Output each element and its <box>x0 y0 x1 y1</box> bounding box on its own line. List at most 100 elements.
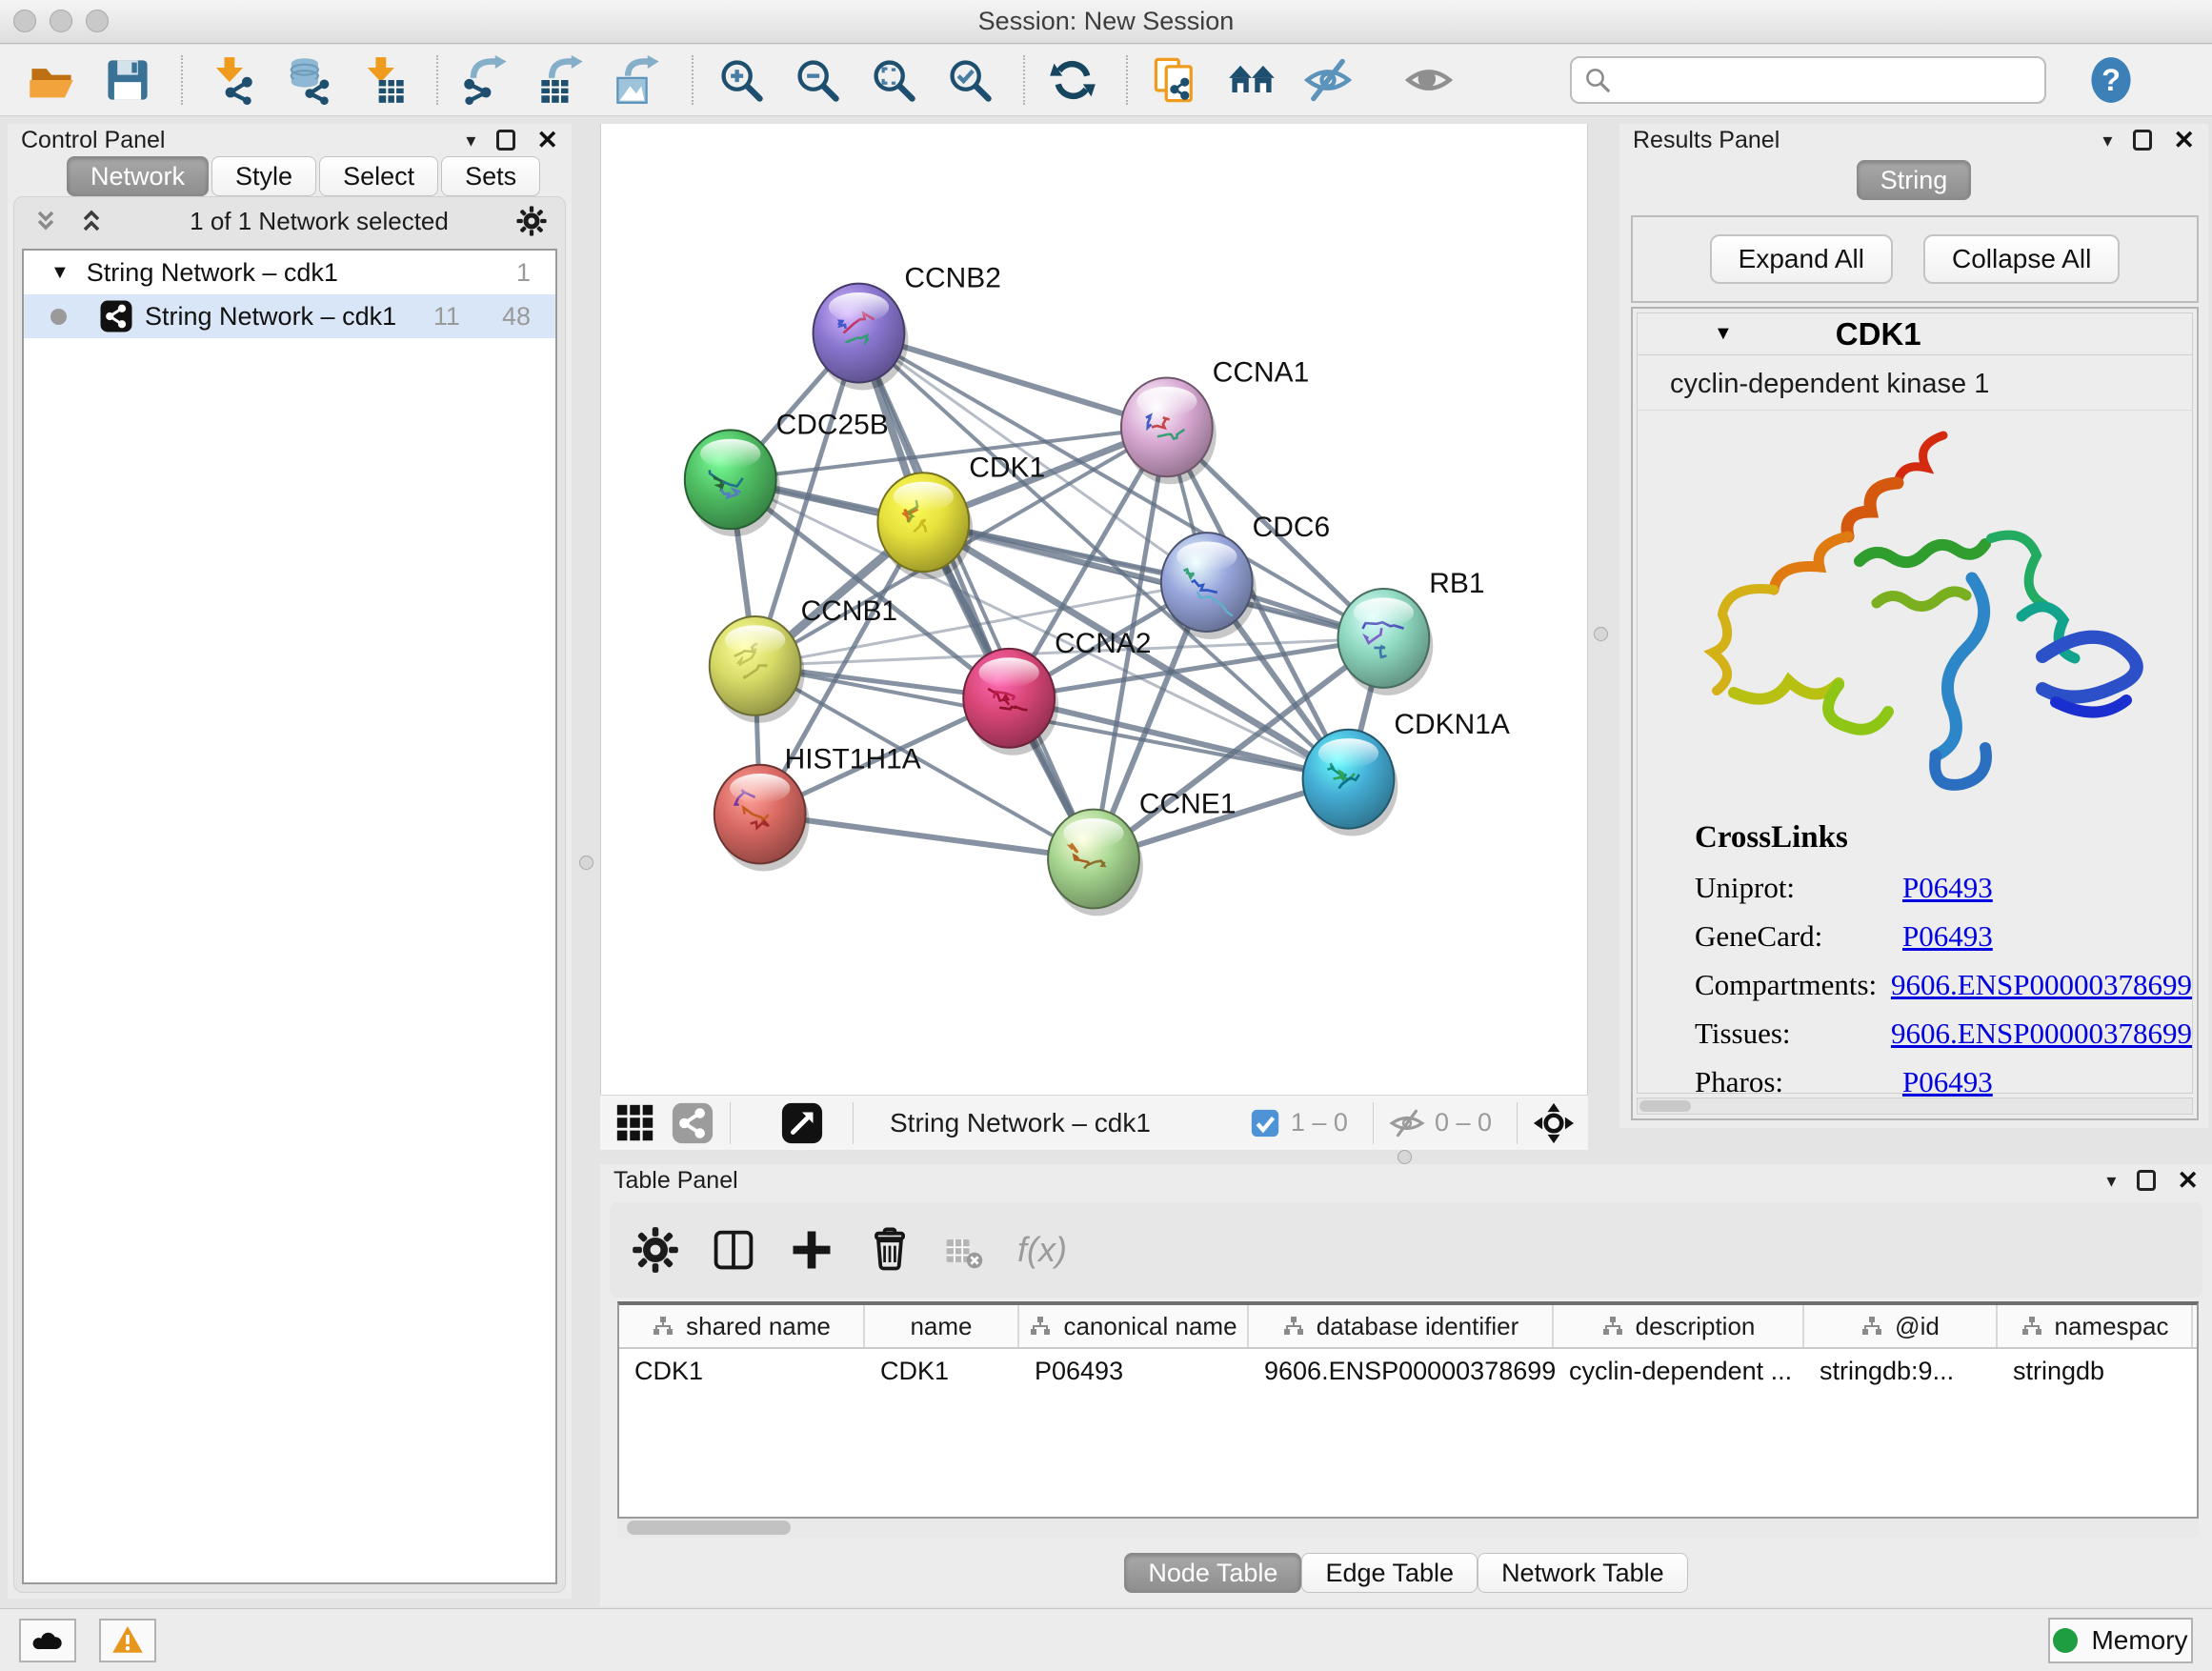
add-column-icon[interactable] <box>787 1225 836 1275</box>
results-horizontal-scrollbar[interactable] <box>1637 1097 2193 1115</box>
node-label-HIST1H1A: HIST1H1A <box>785 744 921 775</box>
toolbar-separator <box>1126 55 1128 105</box>
search-box[interactable] <box>1570 56 2046 104</box>
network-node-HIST1H1A[interactable]: HIST1H1A <box>714 744 921 872</box>
network-node-CCNB2[interactable]: CCNB2 <box>814 263 1001 391</box>
show-all-button[interactable] <box>1402 52 1456 108</box>
crosslink-link[interactable]: 9606.ENSP00000378699 <box>1891 968 2192 1002</box>
show-columns-icon[interactable] <box>709 1225 758 1275</box>
import-network-database-button[interactable] <box>280 52 333 108</box>
network-node-RB1[interactable]: RB1 <box>1337 568 1484 695</box>
tab-string[interactable]: String <box>1857 160 1972 200</box>
zoom-fit-button[interactable] <box>867 52 920 108</box>
zoom-in-button[interactable] <box>714 52 768 108</box>
close-panel-icon[interactable]: ✕ <box>2173 128 2195 153</box>
export-network-button[interactable] <box>459 52 513 108</box>
tab-network-table[interactable]: Network Table <box>1478 1553 1688 1593</box>
column-header-name[interactable]: name <box>865 1305 1019 1347</box>
network-node-CDKN1A[interactable]: CDKN1A <box>1303 709 1510 836</box>
import-network-file-button[interactable] <box>204 52 257 108</box>
table-cell: cyclin-dependent ... <box>1554 1349 1804 1393</box>
table-horizontal-scrollbar[interactable] <box>617 1519 2199 1538</box>
network-options-gear-icon[interactable] <box>515 205 548 237</box>
network-row-selected[interactable]: String Network – cdk1 11 48 <box>24 294 555 338</box>
refresh-button[interactable] <box>1046 52 1099 108</box>
network-collection-row[interactable]: ▼ String Network – cdk1 1 <box>24 251 555 294</box>
hidden-eye-slash-icon[interactable] <box>1389 1105 1425 1141</box>
tab-select[interactable]: Select <box>319 156 438 196</box>
export-table-button[interactable] <box>535 52 589 108</box>
toolbar-separator <box>692 55 694 105</box>
help-button[interactable]: ? <box>2086 55 2136 105</box>
import-table-file-button[interactable] <box>356 52 410 108</box>
float-panel-icon[interactable] <box>496 130 515 151</box>
collapse-all-icon[interactable] <box>31 207 60 235</box>
column-header-namespac[interactable]: namespac <box>1998 1305 2193 1347</box>
open-file-button[interactable] <box>25 52 78 108</box>
network-node-CCNE1[interactable]: CCNE1 <box>1048 789 1236 916</box>
hide-selected-button[interactable] <box>1301 52 1355 108</box>
current-network-label: String Network – cdk1 <box>890 1108 1151 1138</box>
network-edge-CCNE1-HIST1H1A[interactable] <box>760 815 1094 859</box>
column-header-canonical-name[interactable]: canonical name <box>1019 1305 1249 1347</box>
network-graph[interactable]: CCNB2CCNA1CDC25BCDK1CDC6RB1CCNB1CCNA2CDK… <box>601 124 1587 1093</box>
fit-content-crosshair-icon[interactable] <box>1533 1102 1575 1144</box>
warnings-button[interactable] <box>99 1619 156 1662</box>
tab-sets[interactable]: Sets <box>441 156 540 196</box>
section-expand-icon[interactable]: ▼ <box>1714 323 1733 345</box>
zoom-selected-button[interactable] <box>943 52 996 108</box>
panel-menu-icon[interactable]: ▾ <box>2102 129 2112 152</box>
column-header-shared-name[interactable]: shared name <box>619 1305 865 1347</box>
column-type-icon <box>1860 1315 1883 1338</box>
table-options-gear-icon[interactable] <box>631 1225 680 1275</box>
network-node-CCNA1[interactable]: CCNA1 <box>1121 356 1309 484</box>
splitter-handle[interactable] <box>1398 1150 1412 1164</box>
splitter-handle[interactable] <box>579 856 593 870</box>
crosslink-link[interactable]: P06493 <box>1902 871 1993 905</box>
close-panel-icon[interactable]: ✕ <box>2177 1168 2199 1194</box>
memory-button[interactable]: Memory <box>2048 1618 2193 1663</box>
share-view-icon[interactable] <box>671 1101 714 1145</box>
selected-checkbox-icon[interactable] <box>1249 1107 1281 1139</box>
cloud-status-button[interactable] <box>19 1619 76 1662</box>
crosslink-row: Compartments:9606.ENSP00000378699 <box>1695 968 2192 1002</box>
column-header-label: @id <box>1895 1312 1940 1341</box>
tab-style[interactable]: Style <box>211 156 316 196</box>
column-header-@id[interactable]: @id <box>1804 1305 1998 1347</box>
column-header-database-identifier[interactable]: database identifier <box>1249 1305 1554 1347</box>
home-button[interactable] <box>1225 52 1278 108</box>
network-canvas[interactable]: CCNB2CCNA1CDC25BCDK1CDC6RB1CCNB1CCNA2CDK… <box>600 124 1588 1095</box>
delete-column-icon[interactable] <box>865 1225 915 1275</box>
tab-node-table[interactable]: Node Table <box>1124 1553 1301 1593</box>
column-header-description[interactable]: description <box>1554 1305 1804 1347</box>
save-session-button[interactable] <box>101 52 154 108</box>
float-panel-icon[interactable] <box>2133 130 2152 151</box>
zoom-out-button[interactable] <box>791 52 844 108</box>
close-panel-icon[interactable]: ✕ <box>536 128 558 153</box>
grid-view-icon[interactable] <box>613 1101 657 1145</box>
tab-network[interactable]: Network <box>67 156 209 196</box>
panel-menu-icon[interactable]: ▾ <box>466 129 475 152</box>
control-panel-title: Control Panel <box>21 127 165 154</box>
crosslink-link[interactable]: P06493 <box>1902 919 1993 954</box>
crosslink-link[interactable]: P06493 <box>1902 1065 1993 1099</box>
birds-eye-view-icon[interactable] <box>780 1101 824 1145</box>
clone-network-button[interactable] <box>1149 52 1202 108</box>
expand-all-button[interactable]: Expand All <box>1710 234 1893 284</box>
protein-section-header[interactable]: ▼ CDK1 <box>1638 313 2192 355</box>
collection-expand-icon[interactable]: ▼ <box>50 262 70 284</box>
crosslink-label: Pharos: <box>1695 1065 1902 1099</box>
panel-menu-icon[interactable]: ▾ <box>2106 1169 2116 1193</box>
network-node-CCNB1[interactable]: CCNB1 <box>710 595 897 723</box>
expand-all-icon[interactable] <box>77 207 106 235</box>
float-panel-icon[interactable] <box>2137 1170 2156 1191</box>
eye-slash-icon <box>1307 62 1348 99</box>
collapse-all-button[interactable]: Collapse All <box>1923 234 2120 284</box>
splitter-handle[interactable] <box>1594 627 1608 641</box>
tab-edge-table[interactable]: Edge Table <box>1301 1553 1478 1593</box>
expand-collapse-bar: Expand All Collapse All <box>1631 215 2199 303</box>
search-input[interactable] <box>1612 66 2021 95</box>
table-row[interactable]: CDK1CDK1P064939606.ENSP00000378699cyclin… <box>619 1349 2197 1393</box>
crosslink-link[interactable]: 9606.ENSP00000378699 <box>1891 1017 2192 1051</box>
export-image-button[interactable] <box>612 52 665 108</box>
